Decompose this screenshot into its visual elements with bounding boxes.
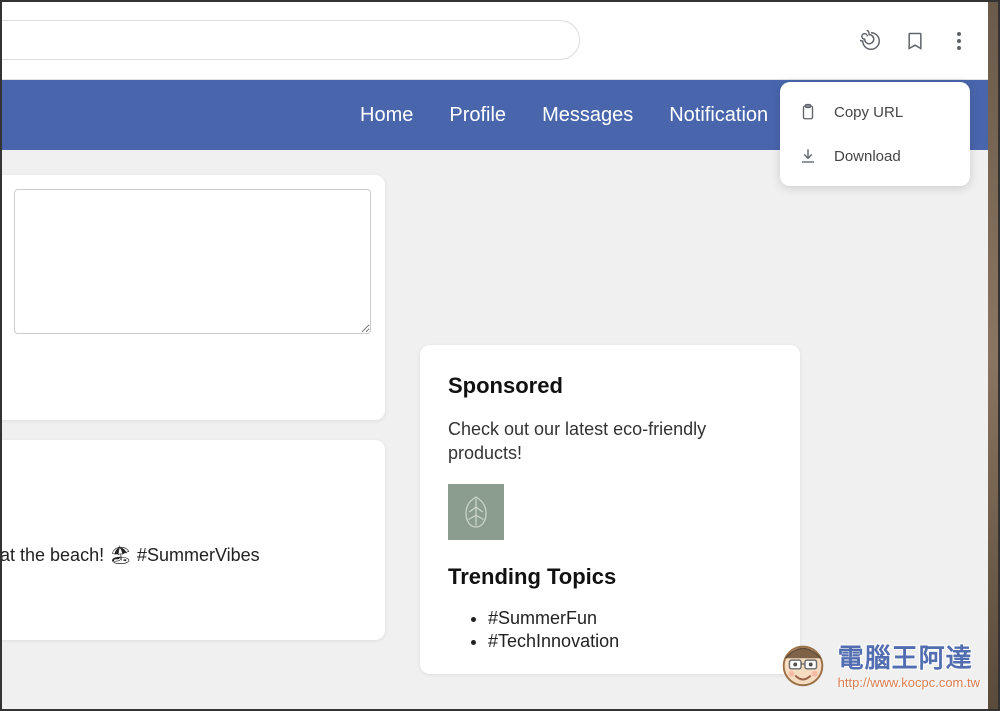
watermark-title: 電腦王阿達: [838, 638, 973, 675]
menu-download[interactable]: Download: [780, 134, 970, 178]
menu-download-label: Download: [834, 148, 901, 165]
download-icon: [798, 146, 818, 166]
trending-list: #SummerFun #TechInnovation: [448, 608, 772, 652]
url-bar[interactable]: [0, 20, 580, 60]
sponsored-image[interactable]: [448, 484, 504, 540]
context-menu: Copy URL Download: [780, 82, 970, 186]
watermark-logo-icon: [774, 635, 832, 693]
menu-copy-url[interactable]: Copy URL: [780, 90, 970, 134]
trending-heading: Trending Topics: [448, 564, 772, 590]
menu-copy-url-label: Copy URL: [834, 104, 903, 121]
browser-toolbar: [0, 0, 1000, 80]
trending-item[interactable]: #TechInnovation: [488, 631, 772, 652]
post-card: at the beach! 🏖 #SummerVibes: [0, 440, 385, 640]
clipboard-icon: [798, 102, 818, 122]
watermark: 電腦王阿達 http://www.kocpc.com.tw: [774, 635, 980, 693]
sidebar-card: Sponsored Check out our latest eco-frien…: [420, 345, 800, 674]
trending-item[interactable]: #SummerFun: [488, 608, 772, 629]
post-text: at the beach! 🏖 #SummerVibes: [0, 545, 260, 566]
compose-textarea[interactable]: [14, 189, 371, 334]
nav-home[interactable]: Home: [360, 104, 413, 127]
spiral-icon[interactable]: [860, 30, 882, 52]
nav-notifications[interactable]: Notification: [669, 104, 768, 127]
sponsored-heading: Sponsored: [448, 373, 772, 399]
right-edge-decor: [988, 0, 1000, 711]
watermark-url: http://www.kocpc.com.tw: [838, 675, 980, 690]
more-icon[interactable]: [948, 30, 970, 52]
content-area: at the beach! 🏖 #SummerVibes Sponsored C…: [0, 150, 1000, 711]
nav-profile[interactable]: Profile: [449, 104, 506, 127]
bookmark-icon[interactable]: [904, 30, 926, 52]
toolbar-icons: [860, 30, 970, 52]
nav-messages[interactable]: Messages: [542, 104, 633, 127]
sponsored-text: Check out our latest eco-friendly produc…: [448, 417, 772, 466]
compose-card: [0, 175, 385, 420]
